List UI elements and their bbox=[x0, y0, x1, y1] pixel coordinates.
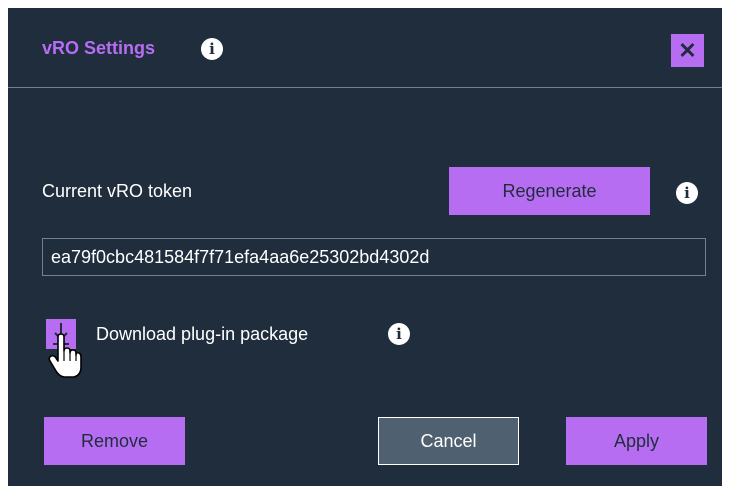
vro-settings-dialog: vRO Settings i ✕ Current vRO token Regen… bbox=[8, 8, 722, 486]
hand-cursor-icon bbox=[48, 333, 82, 378]
regenerate-info-icon[interactable]: i bbox=[676, 182, 698, 204]
close-icon: ✕ bbox=[678, 38, 697, 63]
apply-button[interactable]: Apply bbox=[566, 417, 707, 465]
title-info-icon[interactable]: i bbox=[201, 38, 223, 60]
cancel-button[interactable]: Cancel bbox=[378, 417, 519, 465]
close-button[interactable]: ✕ bbox=[671, 34, 704, 67]
token-field[interactable] bbox=[42, 238, 706, 276]
dialog-title: vRO Settings bbox=[42, 38, 156, 58]
regenerate-button[interactable]: Regenerate bbox=[449, 167, 650, 215]
dialog-header: vRO Settings i ✕ bbox=[8, 8, 722, 88]
remove-button[interactable]: Remove bbox=[44, 417, 185, 465]
download-info-icon[interactable]: i bbox=[388, 323, 410, 345]
token-label: Current vRO token bbox=[42, 181, 193, 201]
download-label[interactable]: Download plug-in package bbox=[96, 323, 308, 345]
